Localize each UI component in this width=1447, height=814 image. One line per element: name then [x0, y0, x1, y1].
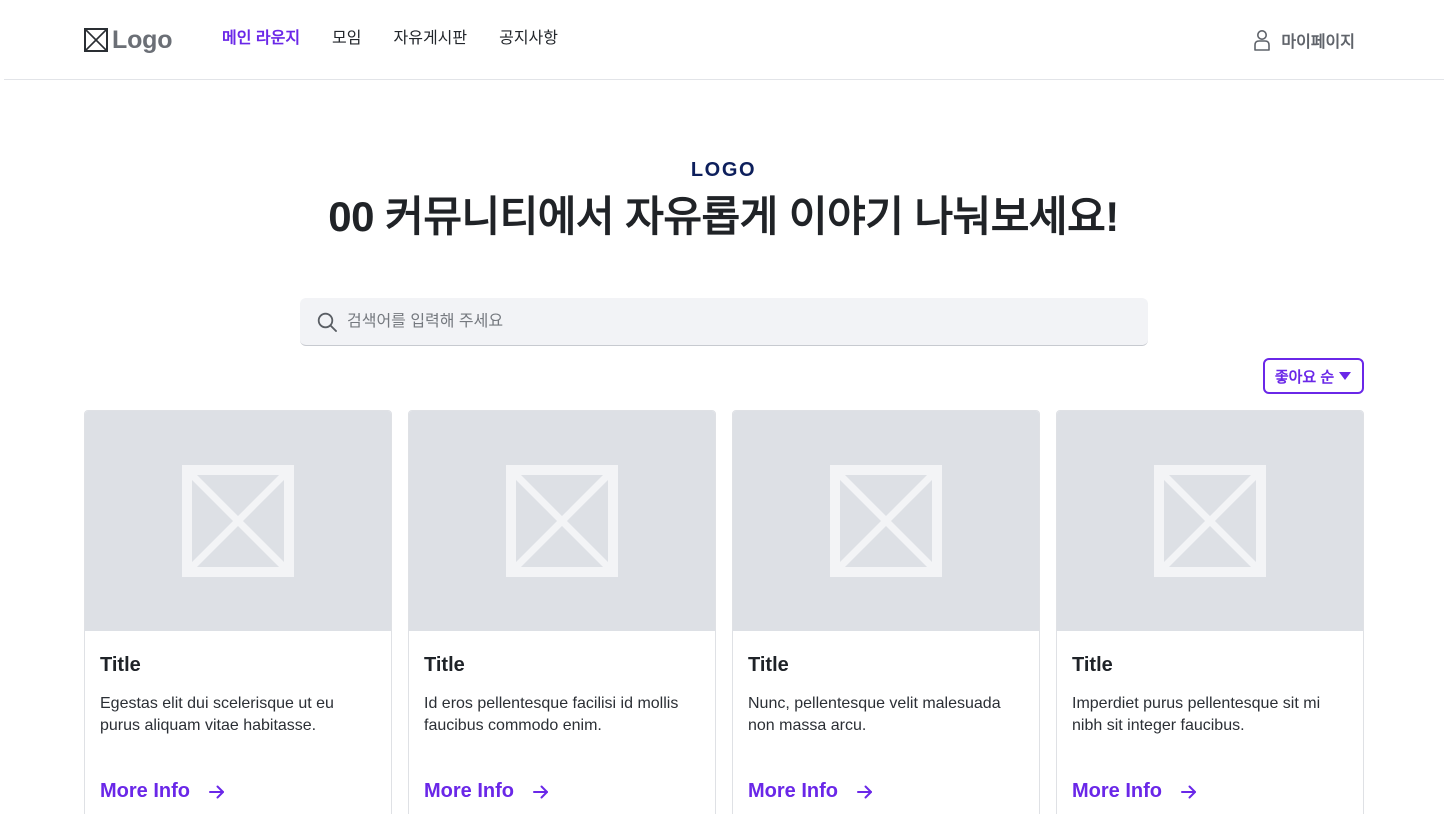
logo[interactable]: Logo [84, 26, 172, 54]
sort-selected-label: 좋아요 순 [1274, 368, 1335, 386]
more-info-link[interactable]: More Info [100, 780, 226, 803]
card-image [733, 411, 1039, 631]
more-info-link[interactable]: More Info [748, 780, 874, 803]
card-description: Egestas elit dui scelerisque ut eu purus… [100, 695, 334, 734]
sort-dropdown[interactable]: 좋아요 순 [1263, 358, 1364, 394]
top-header: Logo 메인 라운지 모임 자유게시판 공지사항 마이페이지 [4, 0, 1444, 80]
arrow-right-icon [857, 785, 872, 798]
image-placeholder-icon [182, 465, 294, 577]
image-placeholder-icon [1154, 465, 1266, 577]
card-image [1057, 411, 1363, 631]
mypage-link[interactable]: 마이페이지 [1253, 28, 1355, 52]
more-info-link[interactable]: More Info [1072, 780, 1198, 803]
mypage-label: 마이페이지 [1281, 34, 1355, 51]
card-title: Title [748, 654, 789, 676]
card[interactable]: Title Nunc, pellentesque velit malesuada… [732, 410, 1040, 814]
more-info-label: More Info [424, 780, 514, 802]
main-nav: 메인 라운지 모임 자유게시판 공지사항 [222, 28, 590, 50]
page: Logo 메인 라운지 모임 자유게시판 공지사항 마이페이지 LOGO 00 … [0, 0, 1447, 814]
arrow-right-icon [533, 785, 548, 798]
card-image [409, 411, 715, 631]
more-info-link[interactable]: More Info [424, 780, 550, 803]
card-description: Imperdiet purus pellentesque sit mi nibh… [1072, 695, 1321, 734]
logo-text: Logo [112, 25, 173, 54]
nav-item-meetings[interactable]: 모임 [332, 28, 361, 50]
card[interactable]: Title Id eros pellentesque facilisi id m… [408, 410, 716, 814]
caret-down-icon [1339, 372, 1352, 380]
hero-eyebrow: LOGO [690, 159, 757, 181]
image-placeholder-icon [506, 465, 618, 577]
search-icon [317, 312, 337, 332]
arrow-right-icon [1181, 785, 1196, 798]
card[interactable]: Title Imperdiet purus pellentesque sit m… [1056, 410, 1364, 814]
card-image [85, 411, 391, 631]
card-description: Id eros pellentesque facilisi id mollis … [424, 695, 679, 734]
image-placeholder-icon [830, 465, 942, 577]
card[interactable]: Title Egestas elit dui scelerisque ut eu… [84, 410, 392, 814]
card-title: Title [424, 654, 465, 676]
card-title: Title [1072, 654, 1113, 676]
nav-item-main-lounge[interactable]: 메인 라운지 [222, 28, 300, 50]
logo-placeholder-icon [84, 28, 108, 52]
more-info-label: More Info [748, 780, 838, 802]
more-info-label: More Info [100, 780, 190, 802]
nav-item-notices[interactable]: 공지사항 [499, 28, 558, 50]
card-description: Nunc, pellentesque velit malesuada non m… [748, 695, 1001, 734]
user-icon [1254, 30, 1271, 51]
nav-item-free-board[interactable]: 자유게시판 [394, 28, 468, 50]
search-bar [300, 298, 1148, 346]
arrow-right-icon [209, 785, 224, 798]
card-title: Title [100, 654, 141, 676]
search-input[interactable] [347, 312, 1107, 331]
card-list: Title Egestas elit dui scelerisque ut eu… [84, 410, 1364, 814]
hero-title: 00 커뮤니티에서 자유롭게 이야기 나눠보세요! [328, 193, 1119, 240]
more-info-label: More Info [1072, 780, 1162, 802]
